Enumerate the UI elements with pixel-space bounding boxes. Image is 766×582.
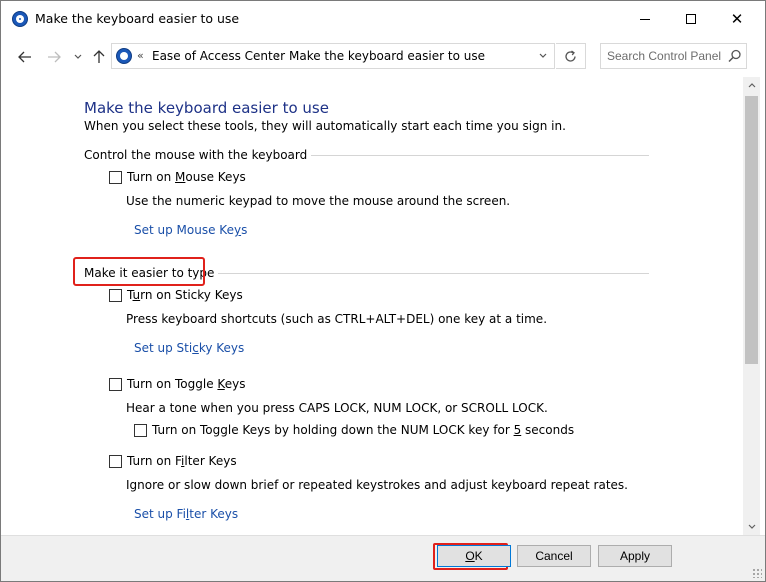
- filter-keys-label[interactable]: Turn on Filter Keys: [127, 454, 237, 468]
- breadcrumb-current-page[interactable]: Make the keyboard easier to use: [289, 49, 485, 63]
- breadcrumb-ease-of-access-center[interactable]: Ease of Access Center: [152, 49, 285, 63]
- main-content: Make the keyboard easier to use When you…: [1, 77, 743, 535]
- chevron-down-icon: [748, 524, 755, 529]
- maximize-button[interactable]: [668, 1, 714, 37]
- minimize-button[interactable]: [622, 1, 668, 37]
- scroll-down-button[interactable]: [743, 518, 760, 535]
- chevron-up-icon: [748, 83, 755, 88]
- maximize-icon: [686, 14, 696, 24]
- chevron-down-icon: [74, 54, 82, 59]
- back-arrow-icon: [18, 51, 31, 63]
- filter-keys-description: Ignore or slow down brief or repeated ke…: [126, 478, 628, 492]
- toggle-keys-numlock-checkbox[interactable]: [134, 423, 147, 437]
- breadcrumb-separator: ›: [276, 49, 281, 62]
- up-arrow-icon: [93, 50, 105, 63]
- set-up-filter-keys-link[interactable]: Set up Filter Keys: [134, 507, 238, 521]
- toggle-keys-numlock-option[interactable]: Turn on Toggle Keys by holding down the …: [134, 423, 574, 437]
- sticky-keys-description: Press keyboard shortcuts (such as CTRL+A…: [126, 312, 548, 326]
- dialog-footer: OK Cancel Apply: [1, 535, 765, 581]
- up-button[interactable]: [89, 47, 109, 67]
- address-dropdown-button[interactable]: [536, 49, 550, 63]
- sticky-keys-checkbox[interactable]: [109, 288, 122, 302]
- address-bar[interactable]: « Ease of Access Center › Make the keybo…: [111, 43, 555, 69]
- breadcrumb-overflow[interactable]: «: [137, 49, 144, 62]
- forward-arrow-icon: [48, 51, 61, 63]
- window-title: Make the keyboard easier to use: [35, 11, 240, 26]
- toggle-keys-option[interactable]: Turn on Toggle Keys: [109, 377, 245, 391]
- apply-button[interactable]: Apply: [598, 545, 672, 567]
- scrollbar-thumb[interactable]: [745, 96, 758, 364]
- chevron-down-icon: [539, 53, 547, 58]
- search-icon[interactable]: [728, 49, 742, 63]
- set-up-mouse-keys-link[interactable]: Set up Mouse Keys: [134, 223, 247, 237]
- page-title: Make the keyboard easier to use: [84, 99, 329, 117]
- mouse-keys-checkbox[interactable]: [109, 170, 122, 184]
- filter-keys-checkbox[interactable]: [109, 454, 122, 468]
- resize-grip[interactable]: [752, 568, 762, 578]
- navigation-bar: « Ease of Access Center › Make the keybo…: [1, 37, 765, 77]
- sticky-keys-option[interactable]: Turn on Sticky Keys: [109, 288, 243, 302]
- section-header-mouse: Control the mouse with the keyboard: [84, 148, 312, 162]
- toggle-keys-checkbox[interactable]: [109, 377, 122, 391]
- search-box[interactable]: [600, 43, 747, 69]
- close-button[interactable]: ✕: [714, 1, 760, 37]
- ease-of-access-icon: [116, 48, 132, 64]
- recent-locations-button[interactable]: [71, 47, 85, 67]
- control-panel-window: Make the keyboard easier to use ✕ « Ease…: [0, 0, 766, 582]
- refresh-icon: [565, 49, 576, 62]
- mouse-keys-option[interactable]: Turn on Mouse Keys: [109, 170, 246, 184]
- forward-button[interactable]: [44, 47, 64, 67]
- back-button[interactable]: [15, 47, 35, 67]
- cancel-button[interactable]: Cancel: [517, 545, 591, 567]
- mouse-keys-description: Use the numeric keypad to move the mouse…: [126, 194, 511, 208]
- page-description: When you select these tools, they will a…: [84, 119, 566, 133]
- toggle-keys-description: Hear a tone when you press CAPS LOCK, NU…: [126, 401, 548, 415]
- title-bar[interactable]: Make the keyboard easier to use ✕: [1, 1, 765, 37]
- scroll-up-button[interactable]: [743, 77, 760, 94]
- set-up-sticky-keys-link[interactable]: Set up Sticky Keys: [134, 341, 244, 355]
- toggle-keys-numlock-label[interactable]: Turn on Toggle Keys by holding down the …: [152, 423, 574, 437]
- search-input[interactable]: [607, 48, 723, 64]
- filter-keys-option[interactable]: Turn on Filter Keys: [109, 454, 237, 468]
- vertical-scrollbar[interactable]: [743, 77, 760, 535]
- annotation-highlight: [73, 257, 205, 286]
- close-icon: ✕: [730, 9, 744, 28]
- refresh-button[interactable]: [556, 43, 586, 69]
- ease-of-access-icon: [12, 11, 28, 27]
- ok-button[interactable]: OK: [437, 545, 511, 567]
- sticky-keys-label[interactable]: Turn on Sticky Keys: [127, 288, 243, 302]
- mouse-keys-label[interactable]: Turn on Mouse Keys: [127, 170, 246, 184]
- toggle-keys-label[interactable]: Turn on Toggle Keys: [127, 377, 245, 391]
- minimize-icon: [640, 18, 650, 20]
